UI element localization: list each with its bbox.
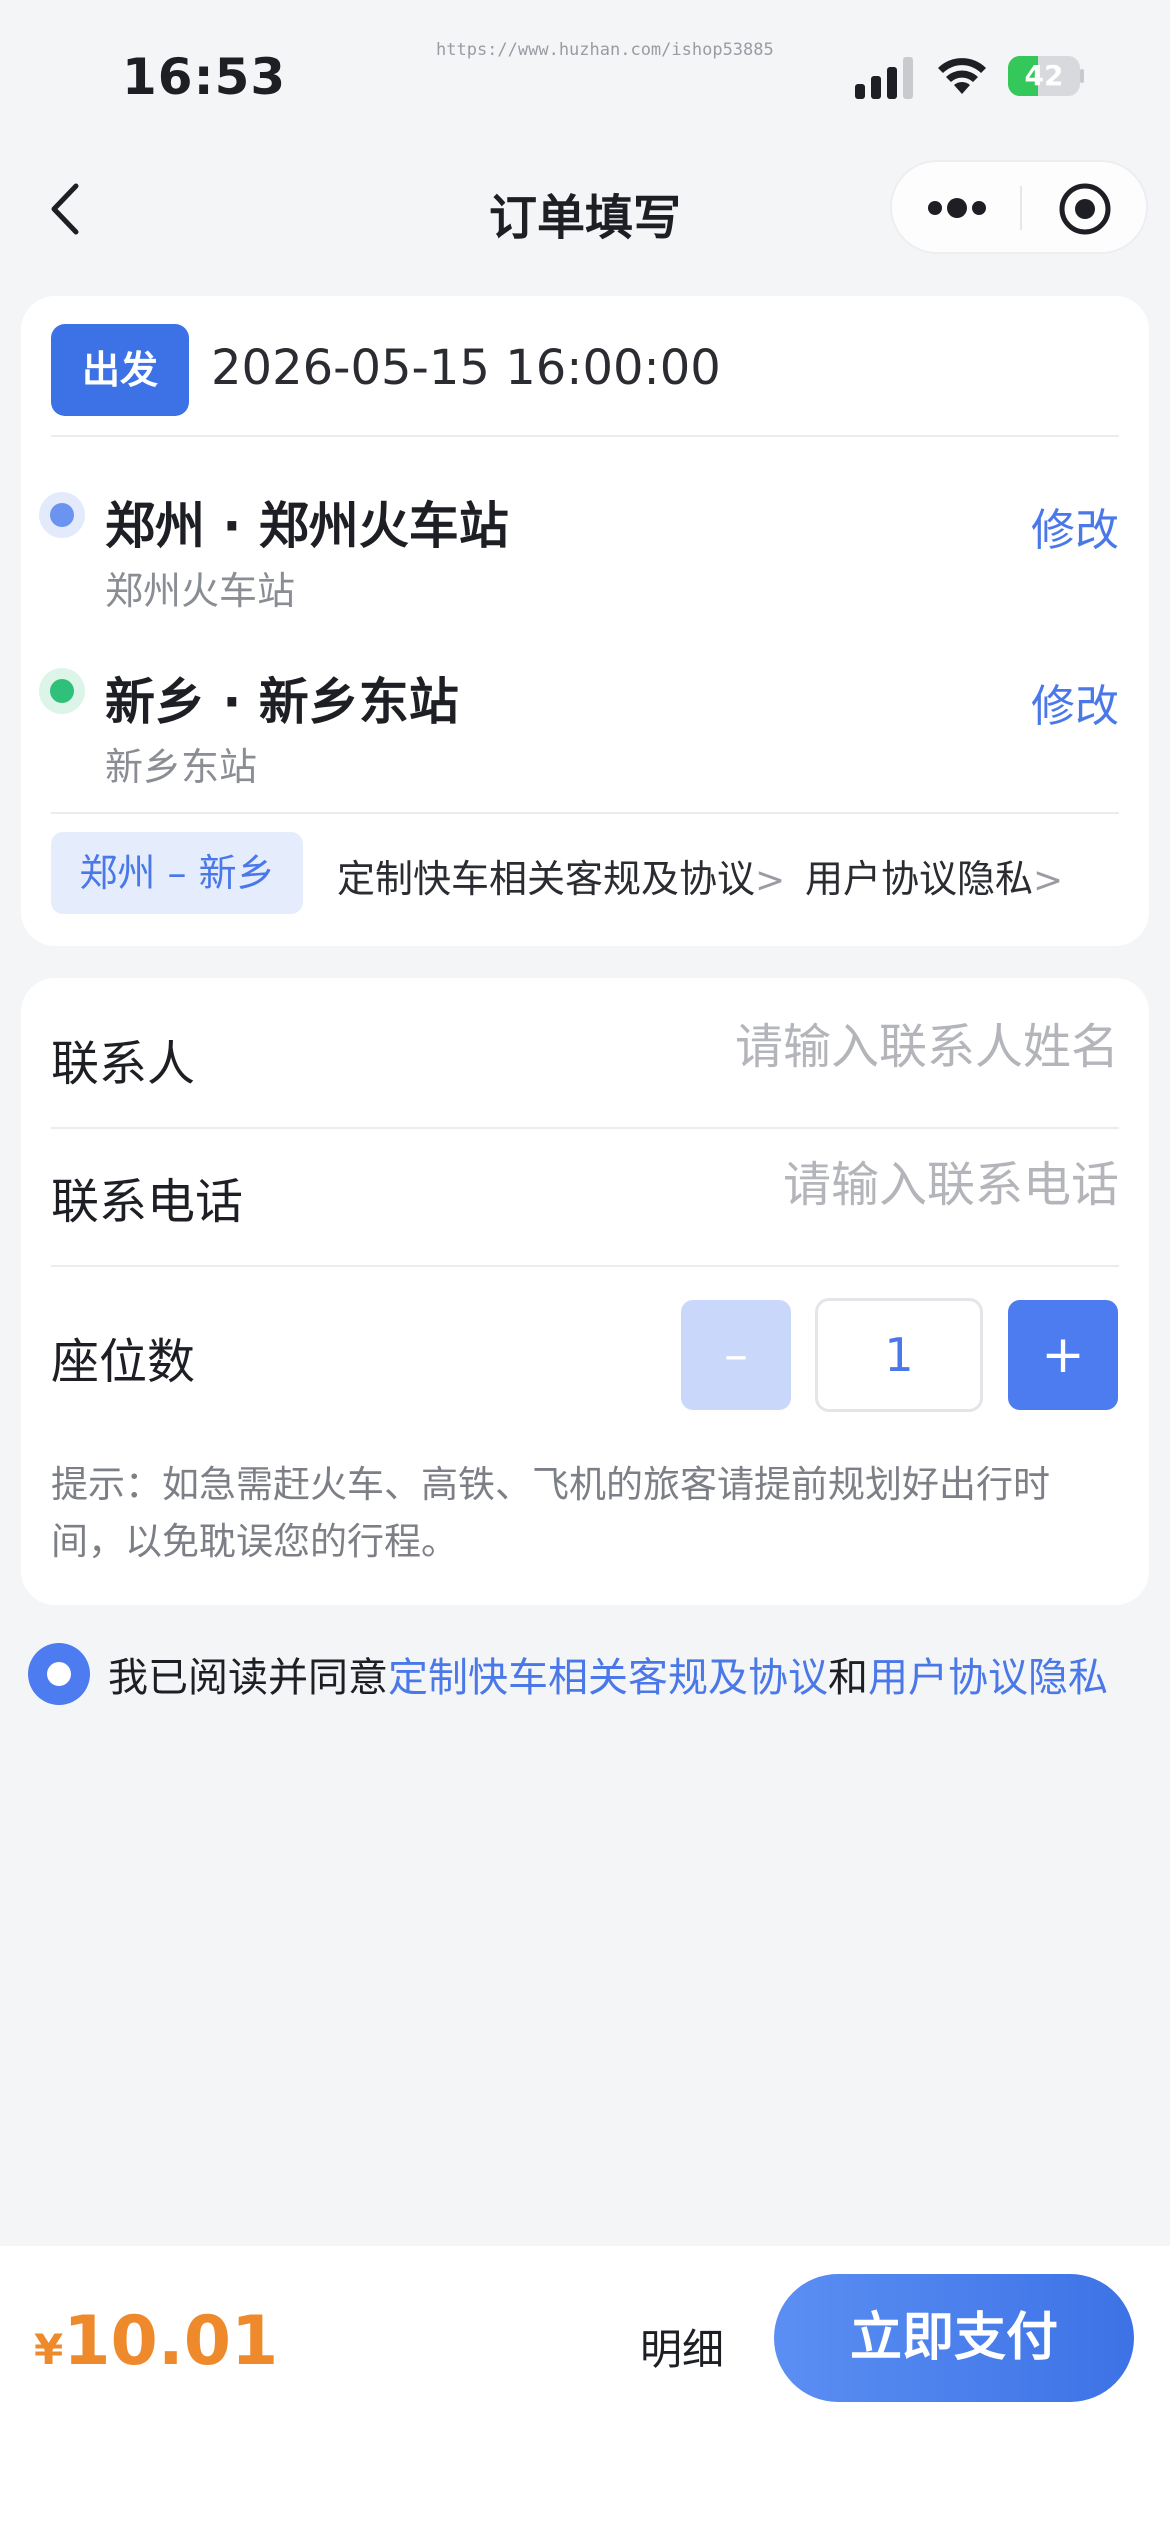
wifi-icon [938,58,986,94]
price-detail-link[interactable]: 明细 [640,2316,724,2377]
pay-now-button[interactable]: 立即支付 [774,2274,1134,2402]
mini-program-capsule [890,160,1148,254]
origin-sub: 郑州火车站 [105,569,296,613]
travel-tip: 提示：如急需赶火车、高铁、飞机的旅客请提前规划好出行时间，以免耽误您的行程。 [51,1463,1050,1563]
agreement-conjunction: 和 [828,1655,868,1701]
more-dots-icon[interactable] [926,190,988,226]
decrease-seat-button[interactable]: – [681,1300,791,1410]
depart-badge: 出发 [51,324,189,416]
battery-level-text: 42 [1024,59,1064,92]
contact-row: 联系人 [21,978,1149,1116]
battery-icon: 42 [1008,56,1084,96]
increase-seat-button[interactable]: + [1008,1300,1118,1410]
origin-dot-icon [39,492,85,538]
rules-link[interactable]: 定制快车相关客规及协议> [337,848,785,903]
phone-label: 联系电话 [51,1174,244,1230]
contact-label: 联系人 [51,1036,196,1092]
divider [51,1265,1119,1267]
privacy-link-label: 用户协议隐私 [805,857,1034,901]
currency-symbol: ¥ [34,2325,64,2374]
route-tag: 郑州 – 新乡 [51,832,303,914]
agreement-rules-link[interactable]: 定制快车相关客规及协议 [388,1655,828,1701]
destination-name: 新乡 · 新乡东站 [105,673,459,731]
divider [51,435,1119,437]
target-circle-icon[interactable] [1058,182,1112,236]
phone-input[interactable] [559,1154,1119,1216]
total-price: ¥10.01 [34,2302,278,2381]
destination-dot-icon [39,668,85,714]
divider [51,812,1119,814]
phone-row: 联系电话 [21,1116,1149,1254]
route-card: 出发 2026-05-15 16:00:00 郑州 · 郑州火车站 郑州火车站 … [21,296,1149,946]
agreement-text: 我已阅读并同意定制快车相关客规及协议和用户协议隐私 [30,1644,1130,1712]
modify-destination-link[interactable]: 修改 [1031,670,1119,734]
privacy-link[interactable]: 用户协议隐私> [805,848,1063,903]
modify-origin-link[interactable]: 修改 [1031,494,1119,558]
chevron-right-icon: > [755,860,786,901]
origin-name: 郑州 · 郑州火车站 [105,497,509,555]
destination-sub: 新乡东站 [105,745,258,789]
capsule-divider [1020,186,1022,230]
rules-link-label: 定制快车相关客规及协议 [337,857,756,901]
seat-count-field[interactable]: 1 [815,1298,983,1412]
agreement-prefix: 我已阅读并同意 [108,1655,388,1701]
passenger-form-card: 联系人 联系电话 座位数 – 1 + 提示：如急需赶火车、高铁、飞机的旅客请提前… [21,978,1149,1605]
agreement-privacy-link[interactable]: 用户协议隐私 [868,1655,1108,1701]
cellular-signal-icon [855,57,913,99]
seat-label: 座位数 [51,1334,196,1390]
status-time: 16:53 [122,48,287,106]
contact-name-input[interactable] [559,1016,1119,1078]
depart-time: 2026-05-15 16:00:00 [211,340,721,396]
chevron-right-icon: > [1033,860,1064,901]
price-value: 10.01 [63,2302,279,2381]
watermark-text: https://www.huzhan.com/ishop53885 [436,40,774,60]
nav-bar: 订单填写 [0,150,1170,270]
status-bar: 16:53 https://www.huzhan.com/ishop53885 … [0,0,1170,150]
checkout-bar: ¥10.01 明细 立即支付 [0,2246,1170,2532]
